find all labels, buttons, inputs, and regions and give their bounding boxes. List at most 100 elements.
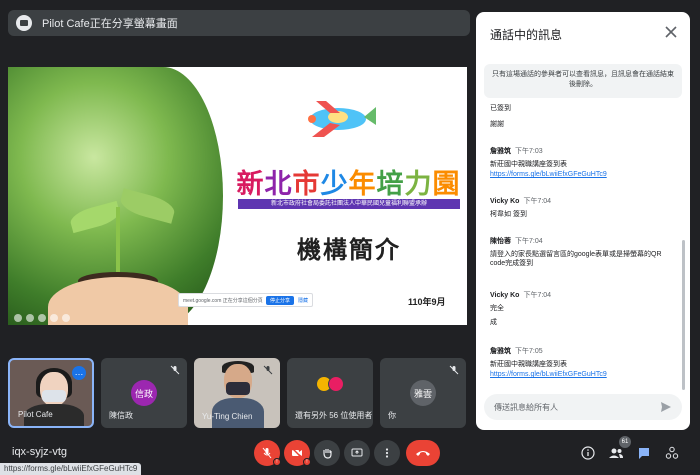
more-options-button[interactable] (374, 440, 400, 466)
chat-message: 陳怡蓉 下午7:04 請登入的家長點選留言區的google表單或是掃螢幕的QR c… (490, 236, 670, 268)
participant-name: 你 (388, 411, 396, 420)
message-sender: Vicky Ko 下午7:04 (490, 196, 670, 206)
avatar (328, 376, 344, 392)
meeting-details-button[interactable] (578, 443, 598, 463)
avatar-initials: 信政 (134, 388, 153, 399)
message-sender: 詹雅筑 下午7:03 (490, 146, 670, 156)
present-screen-icon (16, 15, 32, 31)
message-text: 新莊國中親職講座簽到表 (490, 161, 567, 168)
chat-title: 通話中的訊息 (490, 28, 563, 42)
chat-message: 詹雅筑 下午7:03 新莊國中親職講座簽到表 https://forms.gle/… (490, 146, 670, 178)
face-mask (42, 390, 66, 402)
hand-icon (323, 449, 332, 459)
others-count-label: 還有另外 56 位使用者 (295, 411, 373, 420)
message-time: 下午7:05 (515, 348, 543, 355)
people-count-badge: 61 (619, 436, 631, 448)
more-vert-icon (385, 448, 389, 458)
mic-toggle-button[interactable]: ! (254, 440, 281, 466)
slide-toolbar (14, 314, 70, 322)
sender-name: Vicky Ko (490, 198, 520, 205)
seedling-stem (116, 207, 120, 277)
slide-date: 110年9月 (408, 297, 446, 307)
more-options-icon[interactable] (62, 314, 70, 322)
zoom-icon[interactable] (50, 314, 58, 322)
raise-hand-button[interactable] (314, 440, 340, 466)
sender-name: 詹雅筑 (490, 148, 511, 155)
participant-name: 陳信政 (109, 411, 133, 420)
chat-input-box (484, 394, 682, 420)
status-bar-url: https://forms.gle/bLwiiEfxGFeGuHTc9 (0, 463, 142, 475)
message-link[interactable]: https://forms.gle/bLwiiEfxGFeGuHTc9 (490, 171, 670, 178)
present-screen-icon (351, 448, 363, 457)
stop-sharing-button[interactable]: 停止分享 (265, 295, 294, 305)
message-text: 新莊國中親職講座簽到表 (490, 361, 567, 368)
brand-char: 園 (432, 169, 461, 199)
avatar: 雅雲 (410, 380, 436, 406)
participant-tile[interactable]: 信政 陳信政 (101, 358, 187, 428)
message-text: 謝謝 (490, 121, 504, 128)
message-time: 下午7:04 (523, 198, 552, 205)
chat-button[interactable] (634, 443, 654, 463)
participant-tile[interactable]: Yu-Ting Chien (194, 358, 280, 428)
brand-char: 培 (376, 169, 405, 199)
brand-title: 新北市少年培力園 (236, 162, 461, 201)
close-icon[interactable] (662, 23, 680, 41)
mic-off-icon (449, 365, 459, 375)
chat-panel: 通話中的訊息 只有這場通話的參與者可以查看訊息，且訊息會在通話結束後刪除。 已簽… (476, 12, 690, 430)
chat-privacy-notice: 只有這場通話的參與者可以查看訊息，且訊息會在通話結束後刪除。 (484, 64, 682, 98)
send-icon[interactable] (660, 401, 672, 413)
more-options-icon[interactable]: … (72, 366, 86, 380)
share-notice-bar: meet.google.com 正在分享這個分頁。 停止分享 隱藏 (178, 293, 313, 307)
message-text: 成 (490, 319, 497, 326)
presenting-text: Pilot Cafe正在分享螢幕畫面 (42, 18, 178, 30)
airplane-logo (308, 101, 376, 137)
chat-icon (639, 448, 649, 459)
next-slide-icon[interactable] (26, 314, 34, 322)
shared-screen: 新北市少年培力園 新北市政府社會局委託社團法人中華民國兒童福利聯盟承辦 機構簡介… (8, 67, 467, 325)
participant-name: Yu-Ting Chien (202, 412, 253, 421)
brand-char: 年 (348, 169, 377, 199)
mic-off-icon (170, 365, 180, 375)
chat-scrollbar[interactable] (682, 240, 685, 390)
others-tile[interactable]: 還有另外 56 位使用者 (287, 358, 373, 428)
info-icon (581, 446, 595, 460)
chat-message-input[interactable] (494, 402, 660, 412)
message-link[interactable]: https://forms.gle/bLwiiEfxGFeGuHTc9 (490, 371, 670, 378)
brand-char: 少 (320, 169, 349, 199)
hide-notice-button[interactable]: 隱藏 (298, 297, 308, 304)
participant-name: Pilot Cafe (18, 410, 53, 419)
warning-badge-icon: ! (273, 458, 281, 466)
brand-char: 新 (236, 169, 265, 199)
brand-char: 市 (292, 169, 321, 199)
warning-badge-icon: ! (303, 458, 311, 466)
message-time: 下午7:04 (515, 238, 543, 245)
message-text: 已簽到 (490, 105, 511, 112)
activities-button[interactable] (662, 443, 682, 463)
chat-message: 成 (490, 314, 670, 327)
prev-slide-icon[interactable] (14, 314, 22, 322)
mic-off-icon (262, 447, 272, 459)
brand-char: 力 (404, 169, 433, 199)
sender-name: Vicky Ko (490, 292, 520, 299)
meeting-code: iqx-syjz-vtg (12, 446, 68, 458)
chat-messages: 已簽到 謝謝 詹雅筑 下午7:03 新莊國中親職講座簽到表 https://for… (476, 102, 690, 387)
chat-message: 已簽到 (490, 102, 670, 113)
camera-off-icon (291, 447, 303, 459)
chat-message: 詹雅筑 下午7:05 新莊國中親職講座簽到表 https://forms.gle/… (490, 346, 670, 378)
message-text: 請登入的家長點選留言區的google表單或是掃螢幕的QR code完成簽到 (490, 251, 662, 267)
avatar: 信政 (131, 380, 157, 406)
message-sender: 詹雅筑 下午7:05 (490, 346, 670, 356)
activities-icon (665, 446, 679, 459)
message-sender: 陳怡蓉 下午7:04 (490, 236, 670, 246)
message-time: 下午7:04 (523, 292, 552, 299)
camera-toggle-button[interactable]: ! (284, 440, 311, 466)
hang-up-icon (416, 451, 430, 456)
leave-call-button[interactable] (406, 440, 440, 466)
self-tile[interactable]: 雅雲 你 (380, 358, 466, 428)
pen-tool-icon[interactable] (38, 314, 46, 322)
participant-tile[interactable]: … Pilot Cafe (8, 358, 94, 428)
brand-char: 北 (264, 169, 293, 199)
present-button[interactable] (344, 440, 370, 466)
share-notice-text: meet.google.com 正在分享這個分頁。 (183, 297, 263, 304)
sender-name: 陳怡蓉 (490, 238, 511, 245)
